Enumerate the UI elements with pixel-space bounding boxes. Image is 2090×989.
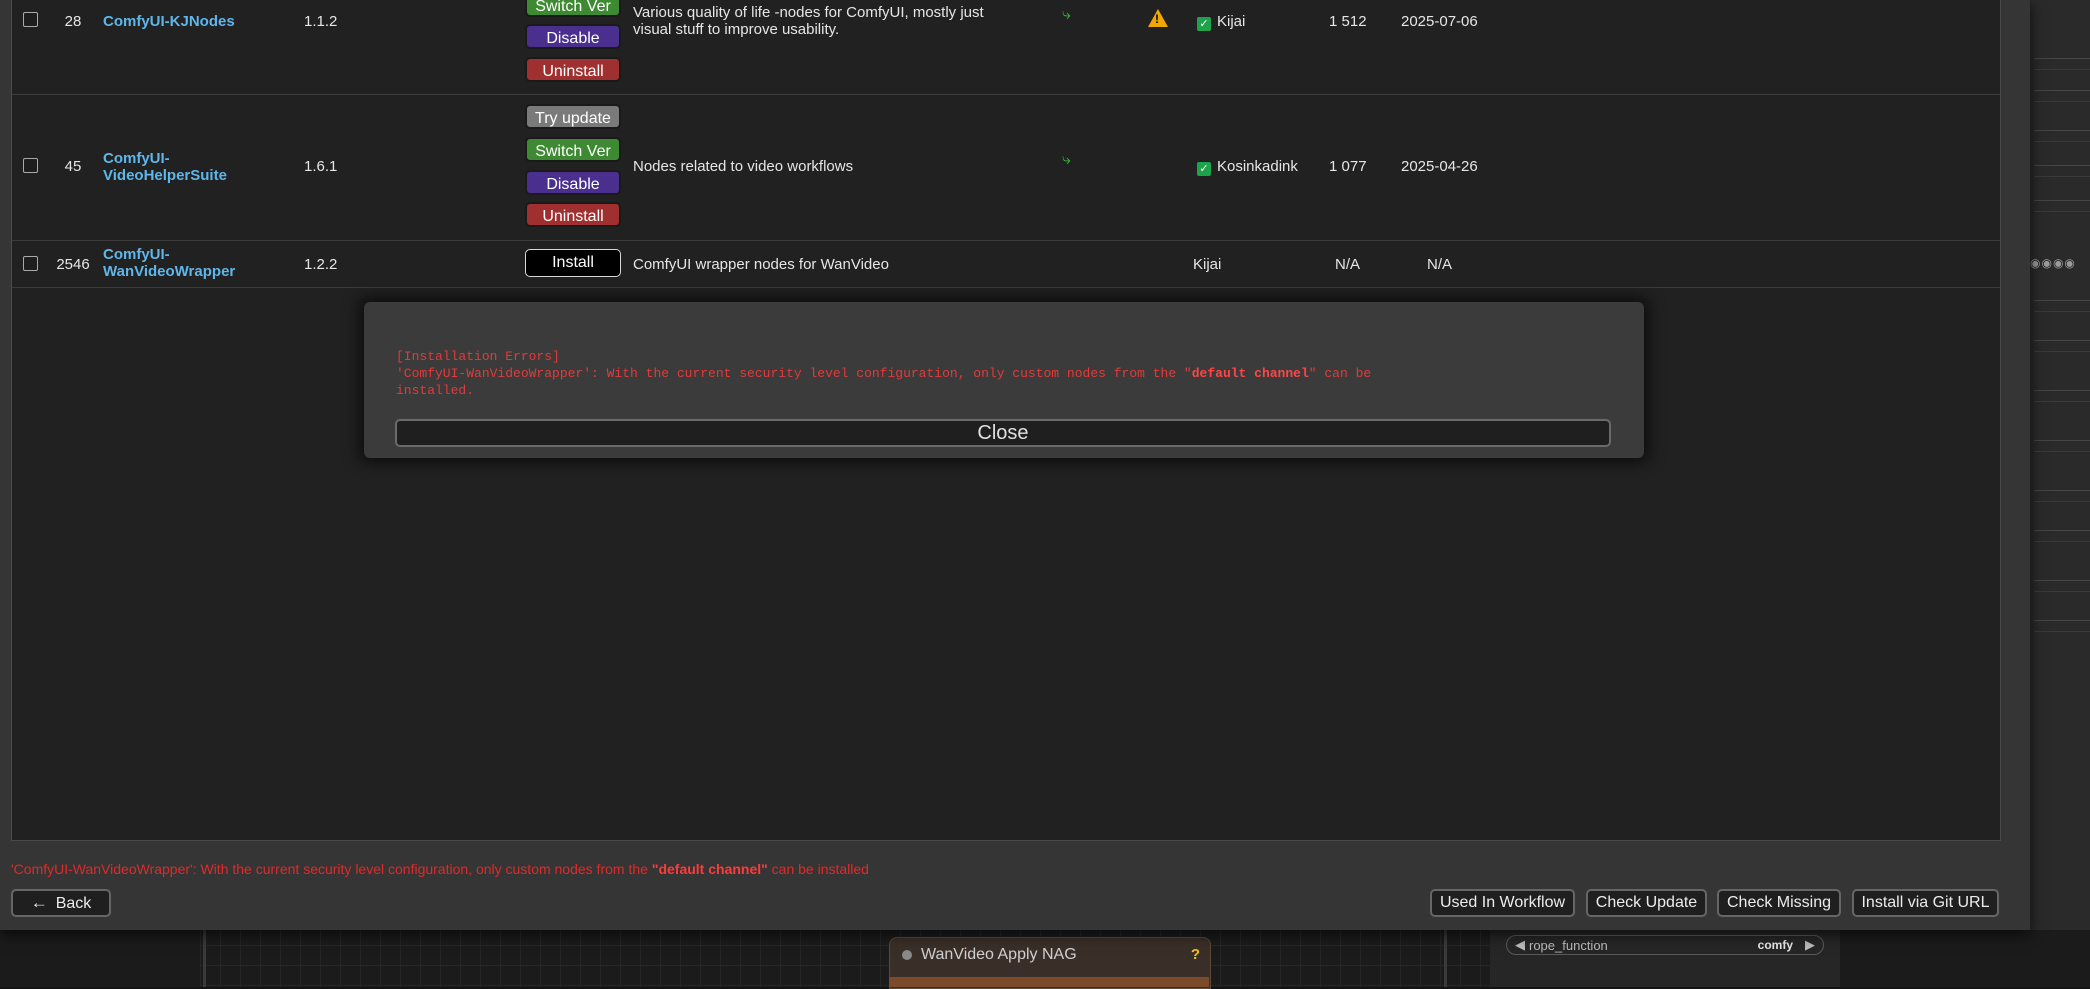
title-line: WanVideoWrapper: [103, 263, 236, 280]
canvas-group-border: [1444, 925, 1447, 987]
node-version: 1.2.2: [304, 256, 338, 273]
decrement-arrow-icon[interactable]: ◀: [1515, 937, 1525, 953]
table-row: 2546 ComfyUI- WanVideoWrapper 1.2.2 Insta…: [12, 240, 2000, 288]
table-row: 28 ComfyUI-KJNodes 1.1.2 Switch Ver Disa…: [12, 0, 2000, 95]
panel-divider: [2034, 130, 2090, 142]
status-message: 'ComfyUI-WanVideoWrapper': With the curr…: [11, 861, 869, 877]
node-title-link[interactable]: ComfyUI- VideoHelperSuite: [103, 150, 283, 184]
node-status-dot: [902, 950, 912, 960]
node-version: 1.6.1: [304, 158, 338, 175]
install-via-git-url-button[interactable]: Install via Git URL: [1852, 889, 1999, 917]
error-message: [Installation Errors] 'ComfyUI-WanVideoW…: [396, 348, 1616, 399]
widget-name: rope_function: [1529, 938, 1608, 953]
panel-divider: [2034, 90, 2090, 102]
node-stars: N/A: [1335, 256, 1361, 273]
custom-nodes-manager: 28 ComfyUI-KJNodes 1.1.2 Switch Ver Disa…: [0, 0, 2030, 930]
row-select-checkbox[interactable]: [23, 12, 38, 27]
node-stars: 1 512: [1329, 13, 1367, 30]
author-name: Kosinkadink: [1217, 158, 1298, 175]
verified-check-icon: ✓: [1197, 17, 1211, 31]
switch-ver-button[interactable]: Switch Ver: [525, 137, 621, 162]
panel-divider: [2034, 300, 2090, 312]
git-link-icon[interactable]: ⤷: [1062, 6, 1071, 24]
node-description: Nodes related to video workflows: [633, 158, 854, 175]
node-title-link[interactable]: ComfyUI-KJNodes: [103, 13, 283, 30]
title-line: ComfyUI-: [103, 150, 170, 167]
node-author: ✓ Kijai: [1197, 13, 1245, 31]
widget-value: comfy: [1757, 938, 1793, 952]
right-side-panel: ◉◉◉◉: [2030, 0, 2090, 930]
status-text: 'ComfyUI-WanVideoWrapper': With the curr…: [11, 861, 652, 877]
panel-divider: [2034, 58, 2090, 70]
node-description: ComfyUI wrapper nodes for WanVideo: [633, 256, 889, 273]
panel-divider: [2034, 490, 2090, 502]
node-version: 1.1.2: [304, 13, 338, 30]
error-heading: [Installation Errors]: [396, 349, 560, 364]
status-text: can be installed: [767, 861, 869, 877]
row-id: 28: [64, 13, 82, 30]
canvas-group-border: [203, 925, 206, 987]
node-updated: 2025-07-06: [1401, 13, 1478, 30]
panel-divider: [2034, 390, 2090, 402]
increment-arrow-icon[interactable]: ▶: [1805, 937, 1815, 953]
node-stars: 1 077: [1329, 158, 1367, 175]
row-id: 2546: [56, 256, 90, 273]
rope-function-widget[interactable]: ◀ rope_function comfy ▶: [1506, 935, 1824, 955]
close-button[interactable]: Close: [395, 419, 1611, 447]
row-select-checkbox[interactable]: [23, 256, 38, 271]
panel-divider: [2034, 440, 2090, 452]
back-button[interactable]: ← Back: [11, 889, 111, 917]
warning-icon: !: [1148, 9, 1168, 27]
node-updated: 2025-04-26: [1401, 158, 1478, 175]
row-id: 45: [64, 158, 82, 175]
try-update-button[interactable]: Try update: [525, 104, 621, 129]
uninstall-button[interactable]: Uninstall: [525, 202, 621, 227]
author-name: Kijai: [1217, 13, 1246, 30]
node-author: Kijai: [1193, 256, 1222, 273]
check-update-button[interactable]: Check Update: [1586, 889, 1707, 917]
title-line: ComfyUI-: [103, 246, 170, 263]
panel-divider: [2034, 580, 2090, 592]
switch-ver-button[interactable]: Switch Ver: [525, 0, 621, 17]
table-row: 45 ComfyUI- VideoHelperSuite 1.6.1 Try up…: [12, 94, 2000, 241]
install-button[interactable]: Install: [525, 249, 621, 277]
panel-divider: [2034, 340, 2090, 352]
title-line: VideoHelperSuite: [103, 167, 227, 184]
node-title-link[interactable]: ComfyUI- WanVideoWrapper: [103, 246, 283, 280]
node-updated: N/A: [1427, 256, 1453, 273]
back-label: Back: [55, 895, 92, 912]
panel-divider: [2034, 165, 2090, 177]
check-missing-button[interactable]: Check Missing: [1717, 889, 1841, 917]
error-highlight: default channel: [1191, 366, 1309, 381]
canvas-grid: [200, 925, 1500, 987]
panel-divider: [2034, 620, 2090, 632]
installation-error-dialog: [Installation Errors] 'ComfyUI-WanVideoW…: [364, 302, 1644, 458]
row-select-checkbox[interactable]: [23, 158, 38, 173]
disable-button[interactable]: Disable: [525, 24, 621, 49]
error-text: 'ComfyUI-WanVideoWrapper': With the curr…: [396, 366, 1192, 381]
node-description: Various quality of life -nodes for Comfy…: [633, 4, 984, 38]
panel-divider: [2034, 530, 2090, 542]
disable-button[interactable]: Disable: [525, 170, 621, 195]
uninstall-button[interactable]: Uninstall: [525, 57, 621, 82]
node-body: [889, 977, 1209, 987]
status-highlight: "default channel": [651, 861, 768, 877]
panel-divider: [2034, 200, 2090, 212]
used-in-workflow-button[interactable]: Used In Workflow: [1430, 889, 1575, 917]
git-link-icon[interactable]: ⤷: [1062, 151, 1071, 169]
verified-check-icon: ✓: [1197, 162, 1211, 176]
panel-icons: ◉◉◉◉: [2030, 256, 2076, 270]
arrow-left-icon: ←: [30, 893, 48, 912]
help-icon[interactable]: ?: [1191, 946, 1200, 963]
node-title: WanVideo Apply NAG: [921, 946, 1077, 963]
node-author: ✓ Kosinkadink: [1197, 158, 1298, 176]
